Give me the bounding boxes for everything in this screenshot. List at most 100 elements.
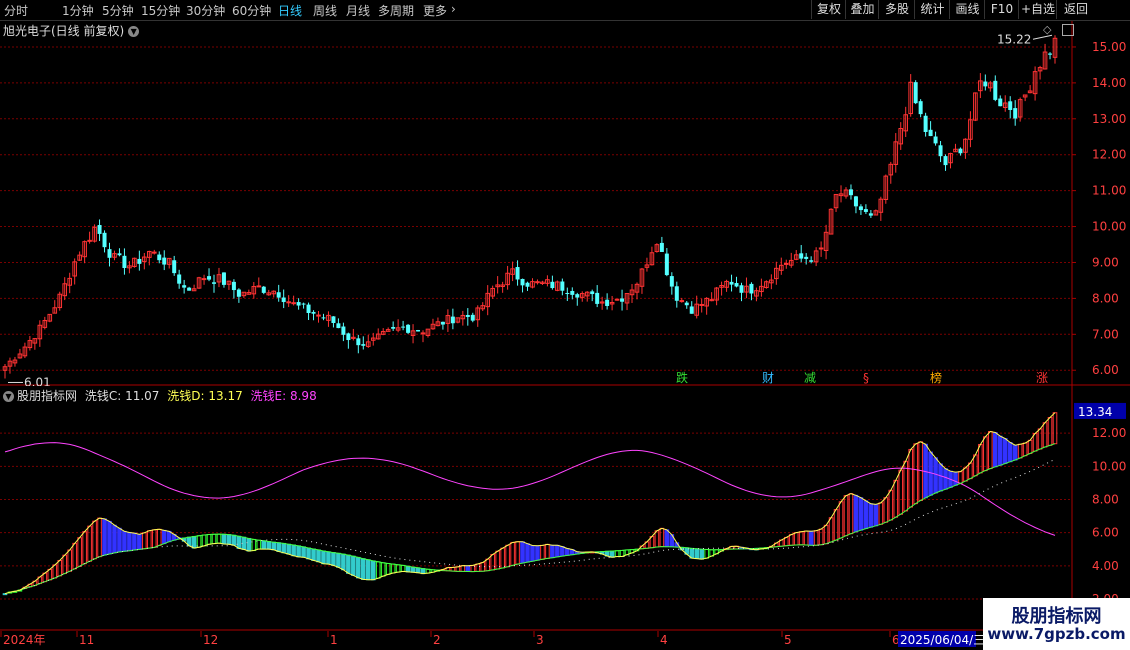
toolbar-button-4[interactable]: 画线: [949, 0, 985, 19]
indicator-bar: [231, 534, 237, 546]
tab-4[interactable]: 30分钟: [186, 2, 225, 19]
indicator-bar: [540, 544, 545, 560]
candle-body: [689, 306, 694, 314]
chevron-right-icon[interactable]: ›: [451, 2, 456, 16]
tab-6[interactable]: 日线: [278, 2, 302, 19]
candle-body: [804, 256, 809, 259]
indicator-bar: [997, 435, 1003, 466]
toolbar-button-1[interactable]: 叠加: [845, 0, 879, 19]
cursor-date: 2025/06/04/三: [900, 633, 985, 647]
indicator-tick-label: 10.00: [1092, 459, 1126, 473]
candle-body: [465, 315, 470, 317]
indicator-bar: [550, 544, 555, 559]
candle-body: [137, 258, 142, 264]
candle-body: [291, 302, 296, 305]
candle-body: [207, 276, 212, 280]
indicator-bar: [520, 541, 525, 564]
high-price-label: 15.22: [997, 32, 1031, 46]
indicator-bar: [873, 503, 879, 527]
candle-body: [620, 298, 625, 302]
tab-7[interactable]: 周线: [313, 2, 337, 19]
indicator-bar: [380, 562, 386, 577]
candle-body: [575, 294, 580, 298]
indicator-bar: [1052, 412, 1058, 445]
indicator-bar: [191, 535, 197, 549]
tab-3[interactable]: 15分钟: [141, 2, 180, 19]
time-label: 2: [433, 633, 441, 647]
panel-settings-icon[interactable]: [1062, 24, 1074, 36]
indicator-bar: [161, 529, 167, 545]
tab-9[interactable]: 多周期: [378, 2, 414, 19]
indicator-bar: [241, 536, 247, 550]
candle-body: [669, 276, 674, 287]
candle-body: [818, 247, 824, 250]
indicator-bar: [261, 540, 267, 550]
candle-body: [311, 311, 316, 314]
candle-body: [221, 272, 226, 285]
candle-body: [998, 98, 1003, 107]
candle-body: [177, 274, 182, 284]
candle-body: [1013, 108, 1018, 119]
toolbar-button-3[interactable]: 统计: [914, 0, 950, 19]
indicator-bar: [221, 533, 227, 545]
candle-body: [1048, 53, 1053, 55]
indicator-chart[interactable]: 12.0010.008.006.004.002.0013.34: [0, 386, 1130, 631]
time-label: 3: [536, 633, 544, 647]
indicator-bar: [87, 525, 92, 562]
candle-body: [321, 317, 326, 319]
toolbar-button-6[interactable]: +自选: [1018, 0, 1057, 19]
indicator-tick-label: 4.00: [1092, 559, 1119, 573]
indicator-bar: [196, 535, 202, 548]
stock-title[interactable]: 旭光电子(日线 前复权) ▼: [3, 22, 140, 39]
candle-body: [122, 255, 127, 268]
candle-body: [848, 189, 853, 196]
indicator-bar: [1032, 433, 1038, 452]
indicator-bar: [301, 546, 306, 558]
indicator-bar: [226, 534, 232, 545]
toolbar-button-0[interactable]: 复权: [811, 0, 846, 19]
indicator-bar: [346, 554, 351, 574]
tab-8[interactable]: 月线: [346, 2, 370, 19]
candle-body: [525, 282, 530, 287]
candle-body: [107, 249, 112, 258]
indicator-bar: [360, 558, 366, 580]
indicator-bar: [659, 527, 665, 548]
tab-0[interactable]: 分时: [4, 2, 28, 19]
candle-body: [306, 304, 311, 313]
toolbar-button-2[interactable]: 多股: [878, 0, 915, 19]
time-label: 5: [784, 633, 792, 647]
tab-5[interactable]: 60分钟: [232, 2, 271, 19]
period-toolbar: 分时 1分钟 5分钟 15分钟 30分钟 60分钟 日线 周线 月线 多周期 更多 › 复权 叠加 多股统…: [0, 0, 1130, 21]
price-chart[interactable]: 15.00 14.00 13.00 12.00 11.00 10.00 9.00 8.00 7.…: [0, 21, 1130, 386]
price-tick-label: 9.00: [1092, 255, 1119, 269]
indicator-bar: [77, 537, 82, 567]
candle-body: [406, 324, 411, 333]
indicator-bar: [385, 563, 391, 575]
candle-body: [356, 338, 361, 346]
chevron-down-icon[interactable]: ▼: [3, 391, 14, 402]
candle-body: [863, 209, 868, 212]
indicator-bar: [510, 541, 515, 566]
candle-body: [172, 260, 177, 274]
toolbar-button-7[interactable]: 返回: [1056, 0, 1095, 19]
tab-10[interactable]: 更多: [423, 2, 447, 19]
candle-body: [450, 316, 455, 324]
toolbar-button-5[interactable]: F10: [984, 0, 1019, 19]
indicator-bar: [992, 432, 998, 468]
indicator-bar: [410, 566, 416, 573]
indicator-title[interactable]: ▼ 股朋指标网 洗钱C: 11.07 洗钱D: 13.17 洗钱E: 8.98: [3, 387, 317, 404]
tab-1[interactable]: 1分钟: [62, 2, 94, 19]
indicator-bar: [405, 565, 411, 573]
indicator-bar: [1017, 443, 1023, 459]
indicator-bar: [246, 537, 252, 552]
candle-body: [97, 225, 102, 234]
chevron-down-icon[interactable]: ▼: [128, 26, 140, 37]
diamond-icon[interactable]: ◇: [1043, 23, 1051, 36]
indicator-bar: [455, 566, 461, 572]
indicator-bar: [331, 552, 336, 566]
candle-body: [316, 314, 321, 317]
indicator-bar: [415, 567, 421, 574]
indicator-bar: [1037, 428, 1043, 450]
tab-2[interactable]: 5分钟: [102, 2, 134, 19]
indicator-bar: [296, 545, 301, 558]
